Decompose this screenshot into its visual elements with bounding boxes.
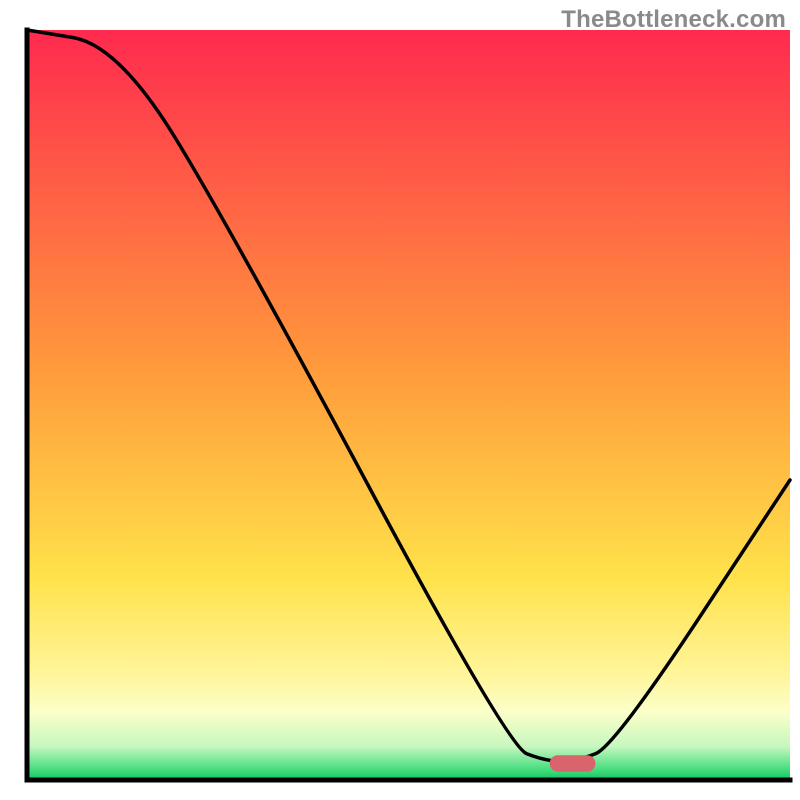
chart-container: TheBottleneck.com — [0, 0, 800, 800]
plot-gradient-background — [27, 30, 790, 780]
bottleneck-chart — [0, 0, 800, 800]
optimal-marker — [550, 755, 596, 772]
watermark-text: TheBottleneck.com — [561, 6, 786, 34]
